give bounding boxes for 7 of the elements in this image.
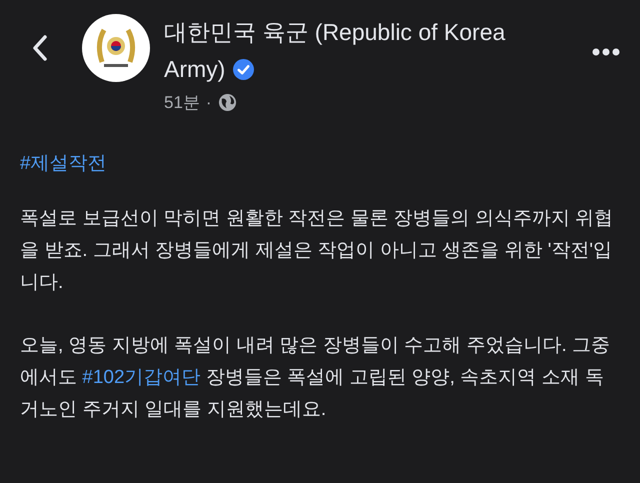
page-name[interactable]: 대한민국 육군 (Republic of Korea Army) bbox=[164, 14, 509, 88]
post-paragraph: 폭설로 보급선이 막히면 원활한 작전은 물론 장병들의 의식주까지 위협을 받죠. 그래서 장병들에게 제설은 작업이 아니고 생존을 위한 '작전'입니다. bbox=[20, 206, 614, 294]
hashtag-link[interactable]: #102기갑여단 bbox=[82, 366, 201, 388]
separator: · bbox=[206, 92, 212, 114]
post-time: 51분 bbox=[164, 92, 200, 114]
hashtag-link[interactable]: #제설작전 bbox=[20, 152, 107, 174]
post-paragraph: 오늘, 영동 지방에 폭설이 내려 많은 장병들이 수고해 주었습니다. 그중에서도 #102기갑여단 장병들은 폭설에 고립된 양양, 속초지역 소재 독거노인 주거지 일대를 지원했는데요. bbox=[20, 334, 612, 422]
